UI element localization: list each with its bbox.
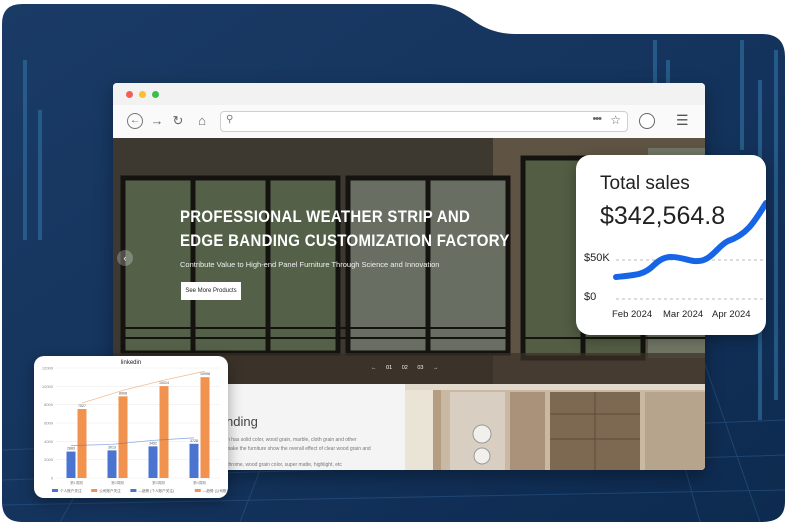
data-label: 10998 [200, 372, 210, 376]
pager-prev-icon[interactable]: ← [371, 365, 377, 371]
bar-company [159, 386, 169, 478]
data-label: 10024 [159, 381, 169, 385]
legend-swatch [52, 489, 58, 492]
trend-line [81, 370, 206, 404]
hero-subtitle: Contribute Value to High-end Panel Furni… [180, 260, 440, 269]
hero-prev-arrow-icon[interactable]: ‹ [117, 250, 133, 266]
pager-item-03[interactable]: 03 [417, 365, 423, 371]
section-text-line1: in has solid color, wood grain, marble, … [226, 437, 357, 443]
legend-item: 个人账户关注 [60, 488, 82, 493]
pager-next-icon[interactable]: → [433, 365, 439, 371]
data-label: 2883 [67, 447, 75, 451]
bar-company [118, 396, 128, 478]
legend-item: —趋势 (公司账户关注) [203, 488, 228, 493]
data-label: 7527 [78, 404, 86, 408]
hero-title-line2: EDGE BANDING CUSTOMIZATION FACTORY [180, 231, 510, 251]
y-tick-label: 6000 [44, 421, 54, 426]
see-more-products-button[interactable]: See More Products [181, 282, 241, 300]
data-label: 3452 [149, 441, 157, 445]
sales-x-label-feb: Feb 2024 [612, 309, 653, 320]
sales-x-label-apr: Apr 2024 [712, 309, 751, 320]
y-tick-label: 12000 [42, 366, 54, 371]
search-icon: ⚲ [226, 114, 234, 125]
chart-title: linkedin [121, 360, 141, 366]
y-tick-label: 4000 [44, 439, 54, 444]
sales-x-label-mar: Mar 2024 [663, 309, 704, 320]
data-label: 3728 [190, 439, 198, 443]
home-icon[interactable]: ⌂ [194, 113, 210, 129]
legend-item: 公司账户关注 [99, 488, 121, 493]
y-tick-label: 10000 [42, 384, 54, 389]
bar-personal [66, 451, 76, 478]
x-tick-label: 第4周期 [193, 480, 206, 485]
more-options-icon[interactable]: ••• [592, 113, 602, 125]
bar-company [77, 409, 87, 478]
hero-title-line1: PROFESSIONAL WEATHER STRIP AND [180, 208, 471, 227]
sales-trend-line [613, 200, 766, 280]
hero-pager: ← 01 02 03 → [371, 365, 447, 371]
y-tick-label: 8000 [44, 402, 54, 407]
x-tick-label: 第2周期 [111, 480, 124, 485]
minimize-window-dot[interactable] [139, 91, 146, 98]
reload-icon[interactable]: ↻ [170, 113, 186, 129]
browser-toolbar: ← → ↻ ⌂ ⚲ ••• ☆ ☰ [113, 105, 705, 139]
data-label: 3013 [108, 445, 116, 449]
bookmark-star-icon[interactable]: ☆ [610, 113, 621, 127]
section-text-line2: make the furniture show the overall effe… [226, 446, 371, 452]
sales-line-chart [613, 200, 766, 300]
legend-item: —趋势 (个人账户关注) [138, 488, 174, 493]
close-window-dot[interactable] [126, 91, 133, 98]
y-tick-label: 0 [51, 476, 54, 481]
back-arrow-icon[interactable]: ← [127, 113, 143, 129]
pager-item-01[interactable]: 01 [386, 365, 392, 371]
y-tick-label: 2000 [44, 457, 54, 462]
bar-personal [148, 446, 158, 478]
x-tick-label: 第3周期 [152, 480, 165, 485]
total-sales-card: Total sales $342,564.8 $50K $0 Feb 2024 … [576, 155, 766, 335]
wardrobe-photo [405, 384, 705, 470]
x-tick-label: 第1周期 [70, 480, 83, 485]
account-avatar-icon[interactable] [639, 113, 655, 129]
address-bar[interactable]: ⚲ ••• ☆ [220, 111, 628, 132]
linkedin-chart-card: linkedin 12000 10000 8000 6000 4000 2000 0 2883 7… [34, 356, 228, 498]
data-label: 8908 [119, 391, 127, 395]
legend-swatch [130, 489, 137, 492]
trend-line [70, 437, 195, 446]
hamburger-menu-icon[interactable]: ☰ [676, 112, 689, 128]
hero-title: PROFESSIONAL WEATHER STRIP AND EDGE BAND… [180, 206, 510, 254]
forward-arrow-icon[interactable]: → [149, 113, 165, 129]
bar-personal [107, 450, 117, 478]
legend-swatch [91, 489, 98, 492]
section-text-line3: chrome, wood grain color, super matte, h… [226, 462, 342, 468]
linkedin-bar-chart: linkedin 12000 10000 8000 6000 4000 2000 0 2883 7… [42, 360, 228, 493]
maximize-window-dot[interactable] [152, 91, 159, 98]
legend-swatch [194, 489, 201, 492]
section-title: nding [226, 414, 258, 429]
bar-personal [189, 443, 199, 478]
browser-titlebar [113, 83, 705, 105]
pager-item-02[interactable]: 02 [402, 365, 408, 371]
bar-company [200, 377, 210, 478]
